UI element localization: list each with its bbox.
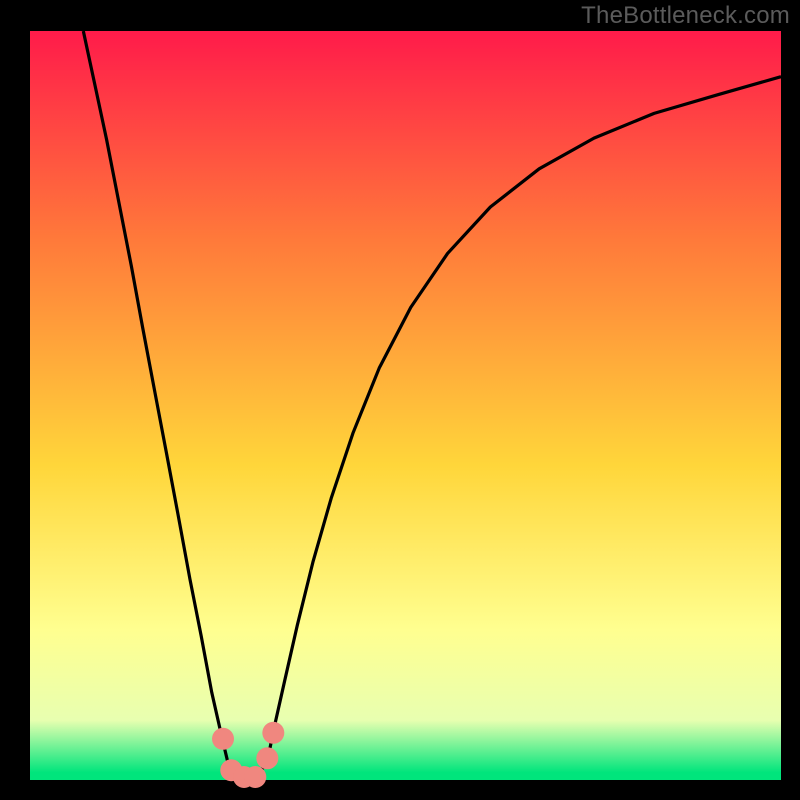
marker-point-a [212,728,234,750]
chart-svg [0,0,800,800]
plot-background [30,31,781,780]
watermark-text: TheBottleneck.com [581,2,790,30]
marker-point-e [256,747,278,769]
chart-root: TheBottleneck.com [0,0,800,800]
marker-point-f [262,722,284,744]
marker-point-d [244,766,266,788]
